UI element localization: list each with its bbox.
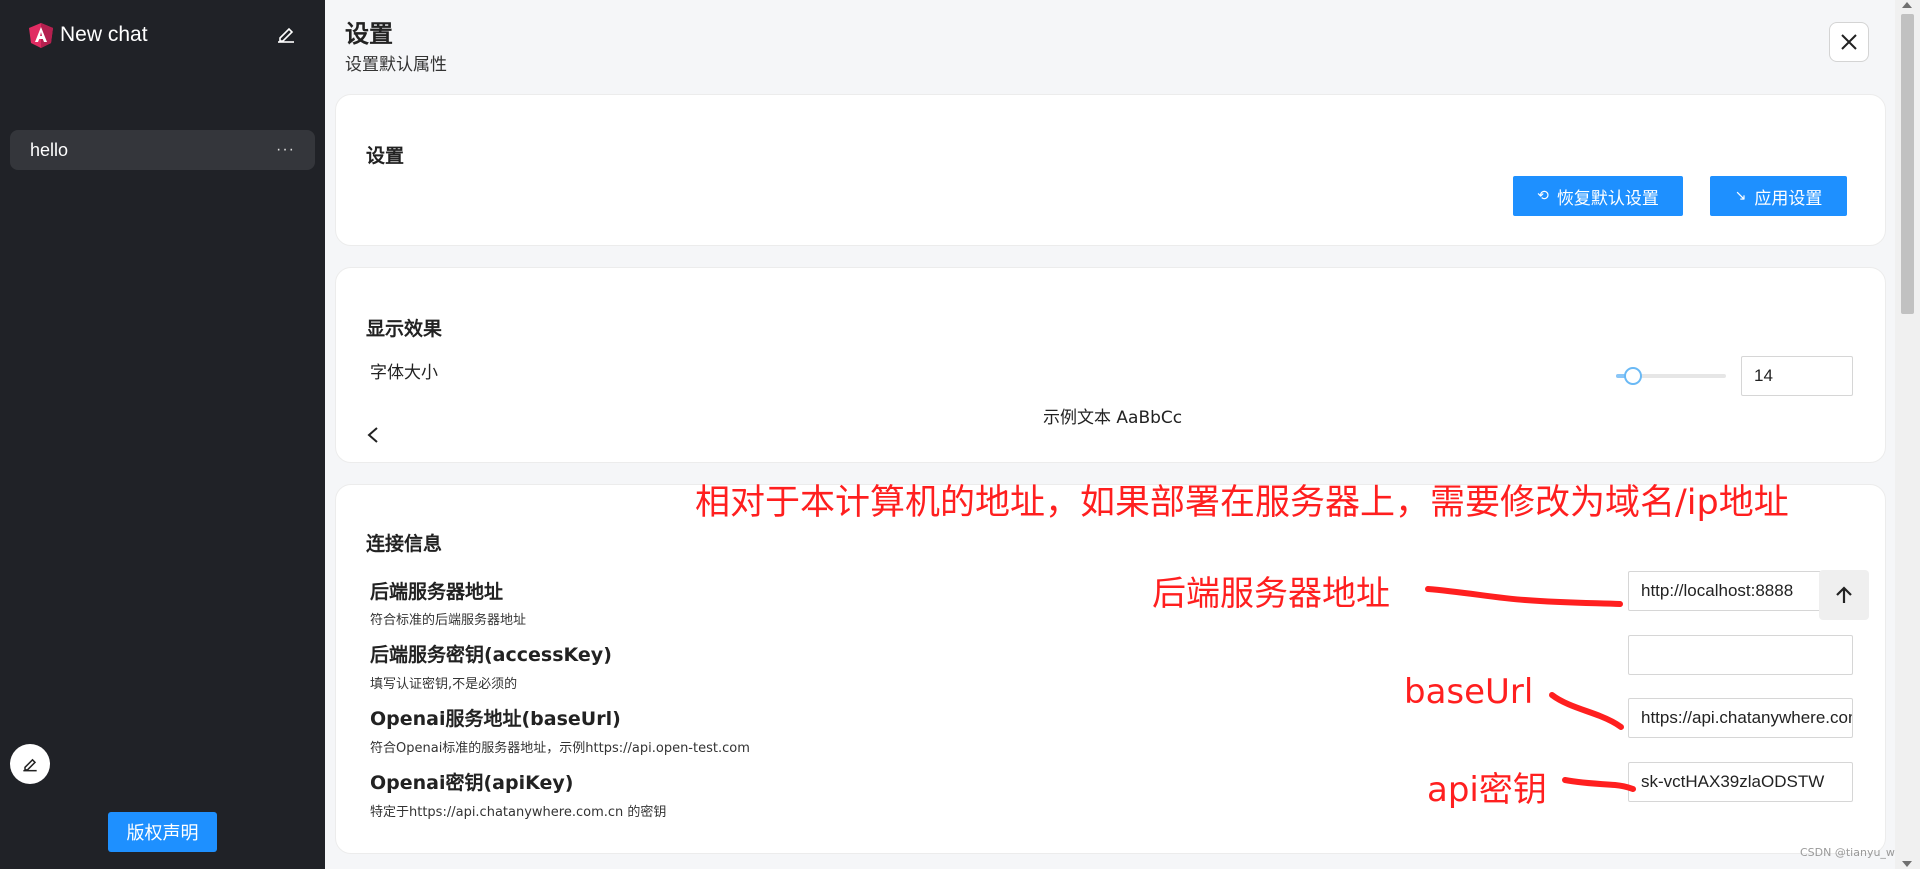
reset-icon: ⟲ (1537, 188, 1549, 204)
close-icon (1841, 34, 1857, 50)
base-url-input[interactable]: https://api.chatanywhere.com.cn (1628, 698, 1853, 738)
new-chat-title[interactable]: New chat (60, 23, 148, 47)
annotation-base-url: baseUrl (1404, 672, 1534, 712)
backend-url-label: 后端服务器地址 (370, 581, 504, 603)
pencil-icon (23, 758, 37, 772)
settings-panel: 设置 设置默认属性 设置 ⟲ 恢复默认设置 ↘ 应用设置 显示效果 字体大小 1… (325, 0, 1895, 869)
apply-settings-label: 应用设置 (1754, 188, 1823, 209)
connection-card-title: 连接信息 (366, 533, 443, 555)
chat-more-icon[interactable]: ··· (276, 141, 295, 159)
reset-defaults-button[interactable]: ⟲ 恢复默认设置 (1513, 176, 1683, 216)
font-size-slider-thumb[interactable] (1624, 367, 1642, 385)
chat-item-hello[interactable]: hello ··· (10, 130, 315, 170)
backend-url-hint: 符合标准的后端服务器地址 (370, 613, 527, 628)
chat-item-label: hello (30, 139, 69, 160)
annotation-backend: 后端服务器地址 (1152, 574, 1390, 614)
connection-card: 连接信息 后端服务器地址 符合标准的后端服务器地址 http://localho… (335, 484, 1886, 854)
page-title: 设置 (345, 20, 393, 48)
page-subtitle: 设置默认属性 (345, 55, 447, 75)
annotation-top-note: 相对于本计算机的地址，如果部署在服务器上，需要修改为域名/ip地址 (695, 483, 1789, 523)
scroll-to-top-button[interactable] (1819, 570, 1869, 620)
settings-card-title: 设置 (366, 145, 405, 167)
access-key-input[interactable] (1628, 635, 1853, 675)
annotation-api-key: api密钥 (1427, 770, 1547, 810)
font-size-label: 字体大小 (370, 363, 438, 383)
edit-fab-button[interactable] (10, 744, 50, 784)
reset-defaults-label: 恢复默认设置 (1556, 188, 1659, 209)
app-logo-icon (29, 23, 53, 48)
scrollbar-thumb[interactable] (1901, 14, 1914, 314)
sidebar: New chat hello ··· 版权声明 (0, 0, 325, 869)
display-card: 显示效果 字体大小 14 示例文本 AaBbCc (335, 267, 1886, 463)
font-size-slider[interactable] (1616, 367, 1726, 385)
sample-text: 示例文本 AaBbCc (1043, 408, 1183, 428)
display-card-title: 显示效果 (366, 318, 443, 340)
chevron-left-icon[interactable] (366, 426, 380, 444)
base-url-hint: 符合Openai标准的服务器地址，示例https://api.open-test… (370, 741, 750, 756)
access-key-label: 后端服务密钥(accessKey) (370, 644, 612, 666)
settings-card: 设置 ⟲ 恢复默认设置 ↘ 应用设置 (335, 94, 1886, 246)
scroll-down-arrow-icon[interactable] (1902, 861, 1912, 867)
base-url-label: Openai服务地址(baseUrl) (370, 708, 621, 730)
watermark: CSDN @tianyu_w (1800, 846, 1895, 859)
api-key-input[interactable]: sk-vctHAX39zlaODSTW (1628, 762, 1853, 802)
apply-icon: ↘ (1734, 188, 1747, 204)
font-size-input[interactable]: 14 (1741, 356, 1853, 396)
scroll-up-arrow-icon[interactable] (1902, 2, 1912, 8)
arrow-up-icon (1836, 586, 1852, 603)
api-key-label: Openai密钥(apiKey) (370, 772, 574, 794)
page-scrollbar[interactable] (1895, 0, 1920, 869)
apply-settings-button[interactable]: ↘ 应用设置 (1710, 176, 1847, 216)
api-key-hint: 特定于https://api.chatanywhere.com.cn 的密钥 (370, 805, 667, 820)
sidebar-header: New chat (28, 20, 298, 50)
copyright-button[interactable]: 版权声明 (108, 812, 217, 852)
access-key-hint: 填写认证密钥,不是必须的 (370, 677, 518, 692)
new-chat-edit-icon[interactable] (274, 22, 298, 46)
close-button[interactable] (1829, 22, 1869, 62)
